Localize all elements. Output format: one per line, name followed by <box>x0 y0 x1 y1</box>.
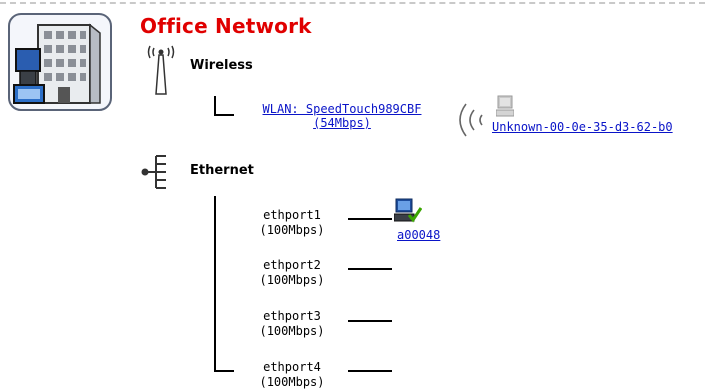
wireless-signal-icon <box>459 103 483 137</box>
ethernet-label: Ethernet <box>190 163 254 178</box>
port-name: ethport3 <box>263 309 321 323</box>
antenna-icon <box>147 45 175 95</box>
wireless-label: Wireless <box>190 58 253 73</box>
wlan-link[interactable]: WLAN: SpeedTouch989CBF (54Mbps) <box>240 102 444 130</box>
ethernet-hub-icon <box>141 155 166 189</box>
tree-line <box>214 196 216 372</box>
wlan-speed-link[interactable]: (54Mbps) <box>313 116 371 130</box>
port-speed: (100Mbps) <box>259 223 325 237</box>
port-name: ethport2 <box>263 258 321 272</box>
office-building-icon <box>8 13 112 111</box>
device-a00048-link[interactable]: a00048 <box>397 228 440 242</box>
port-line <box>348 370 392 372</box>
ethport3: ethport3 (100Mbps) <box>240 309 344 339</box>
ethport2: ethport2 (100Mbps) <box>240 258 344 288</box>
tree-line <box>214 114 234 116</box>
tree-line <box>214 96 216 116</box>
port-line <box>348 218 392 220</box>
port-line <box>348 320 392 322</box>
computer-icon <box>496 95 514 117</box>
page-title: Office Network <box>140 14 312 38</box>
port-name: ethport4 <box>263 360 321 374</box>
ethport1: ethport1 (100Mbps) <box>240 208 344 238</box>
port-name: ethport1 <box>263 208 321 222</box>
port-speed: (100Mbps) <box>259 324 325 338</box>
port-speed: (100Mbps) <box>259 375 325 389</box>
top-divider <box>0 2 705 4</box>
computer-connected-icon <box>394 198 422 223</box>
tree-line <box>214 370 234 372</box>
ethport4: ethport4 (100Mbps) <box>240 360 344 390</box>
port-line <box>348 268 392 270</box>
wlan-name-link[interactable]: WLAN: SpeedTouch989CBF <box>263 102 422 116</box>
unknown-device-link[interactable]: Unknown-00-0e-35-d3-62-b0 <box>492 120 673 134</box>
port-speed: (100Mbps) <box>259 273 325 287</box>
